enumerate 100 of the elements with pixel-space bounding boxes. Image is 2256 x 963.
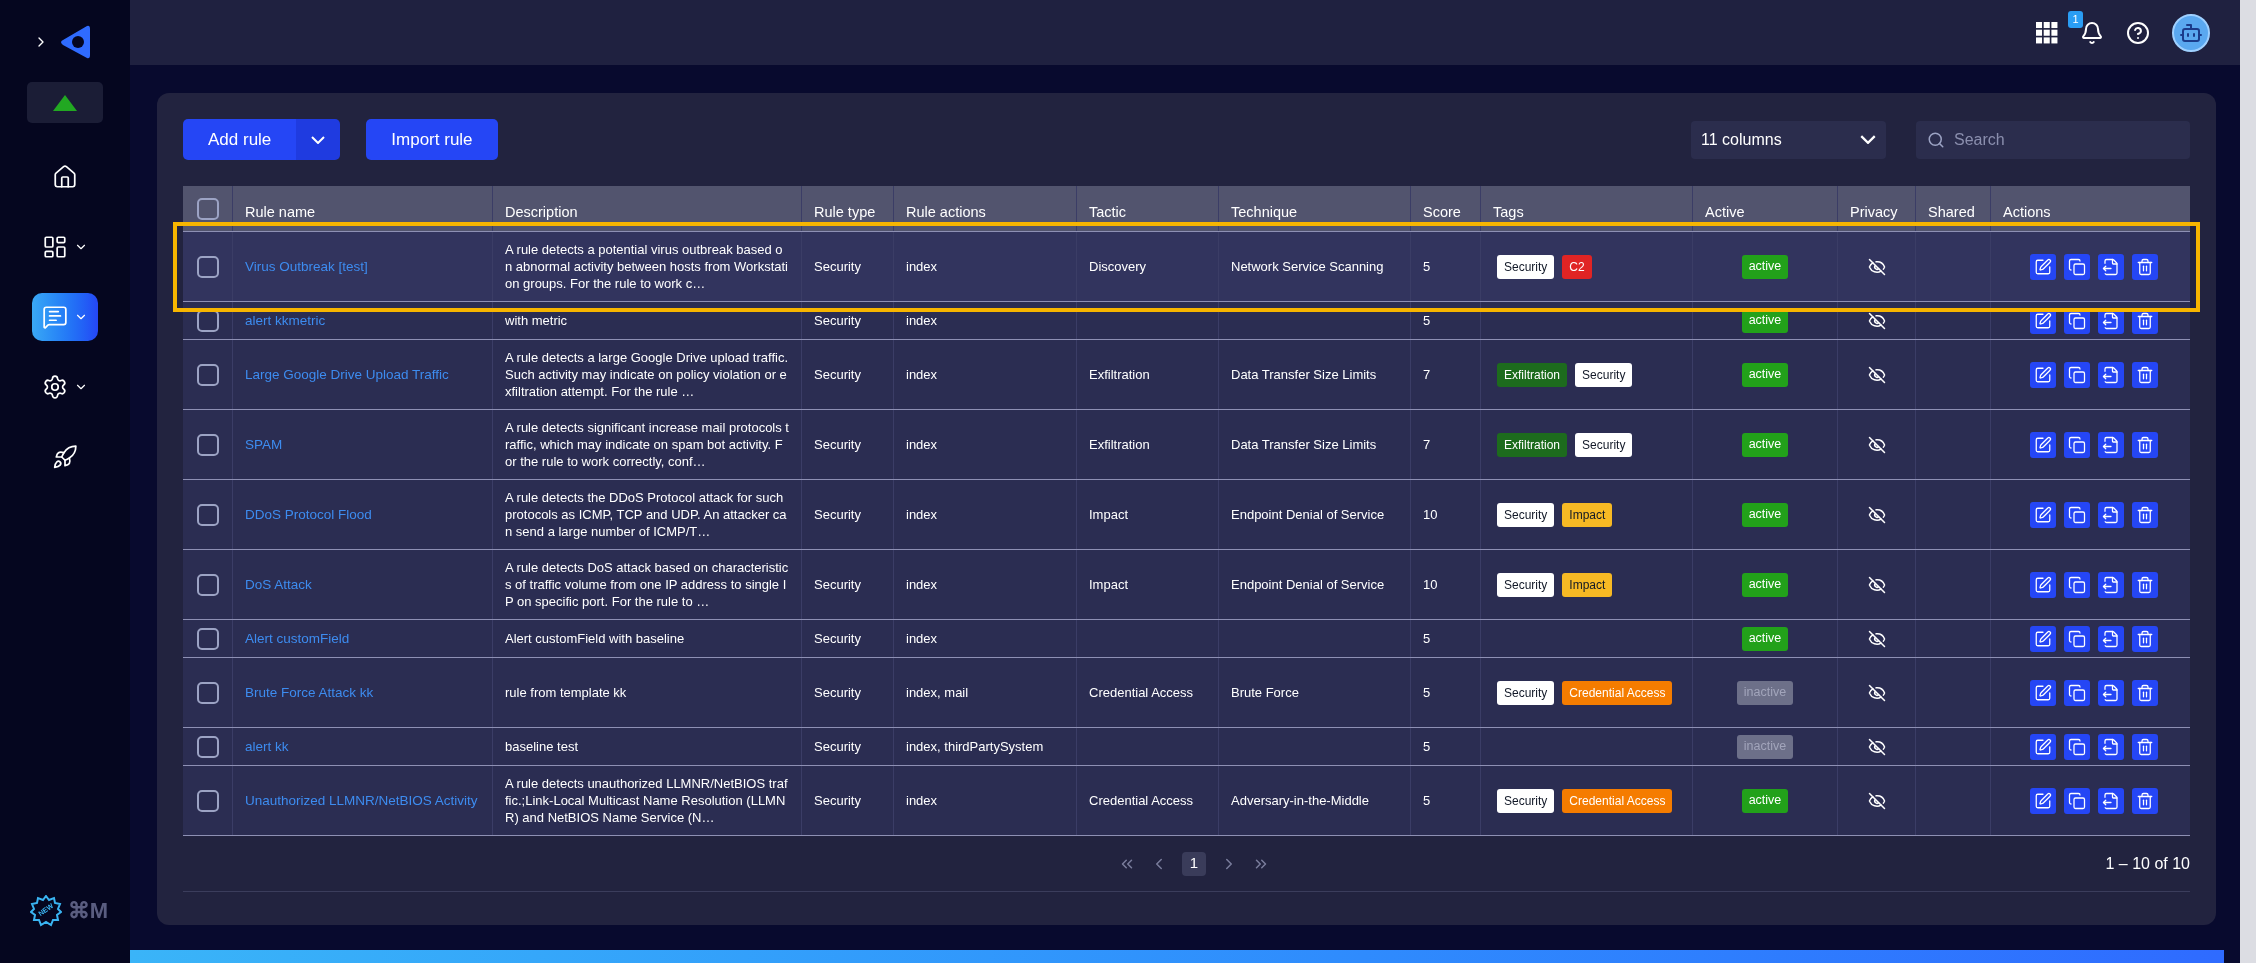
checkbox[interactable] — [196, 627, 219, 650]
export-button[interactable] — [2097, 733, 2124, 760]
column-header[interactable]: Rule type — [814, 201, 876, 224]
delete-button[interactable] — [2131, 361, 2158, 388]
export-button[interactable] — [2097, 361, 2124, 388]
delete-button[interactable] — [2131, 501, 2158, 528]
column-header[interactable]: Description — [505, 201, 578, 224]
edit-button[interactable] — [2029, 361, 2056, 388]
avatar[interactable] — [2172, 13, 2210, 52]
copy-button[interactable] — [2063, 431, 2090, 458]
rule-name-link[interactable]: Virus Outbreak [test] — [245, 258, 368, 275]
columns-select[interactable]: 11 columns — [1691, 120, 1886, 159]
score: 5 — [1423, 683, 1431, 702]
copy-button[interactable] — [2063, 679, 2090, 706]
rule-name-link[interactable]: Alert customField — [245, 630, 350, 647]
column-header[interactable]: Score — [1423, 201, 1461, 224]
technique: Data Transfer Size Limits — [1231, 436, 1377, 453]
checkbox[interactable] — [196, 573, 219, 596]
rule-type: Security — [814, 629, 861, 648]
eye-off-icon — [1867, 365, 1886, 384]
status-badge: active — [1741, 254, 1789, 279]
column-header[interactable]: Tactic — [1089, 201, 1127, 224]
tag: Security — [1497, 680, 1555, 705]
column-header[interactable]: Tags — [1493, 201, 1524, 224]
rule-name-link[interactable]: Unauthorized LLMNR/NetBIOS Activity — [245, 792, 478, 809]
rule-actions: index — [906, 791, 938, 810]
status-badge: active — [1741, 572, 1789, 597]
rule-name-link[interactable]: DoS Attack — [245, 576, 312, 593]
add-rule-dropdown[interactable] — [296, 119, 341, 160]
copy-button[interactable] — [2063, 571, 2090, 598]
checkbox[interactable] — [196, 681, 219, 704]
export-button[interactable] — [2097, 253, 2124, 280]
copy-button[interactable] — [2063, 253, 2090, 280]
column-header[interactable]: Rule name — [245, 201, 316, 224]
column-header[interactable]: Rule actions — [906, 201, 986, 224]
tactic: Credential Access — [1089, 683, 1194, 702]
delete-button[interactable] — [2131, 679, 2158, 706]
rule-name-link[interactable]: Large Google Drive Upload Traffic — [245, 366, 449, 383]
edit-button[interactable] — [2029, 501, 2056, 528]
add-rule-button[interactable]: Add rule — [183, 119, 297, 160]
copy-button[interactable] — [2063, 625, 2090, 652]
apps-grid-icon[interactable] — [2036, 21, 2058, 44]
eye-off-icon — [1867, 435, 1886, 454]
checkbox[interactable] — [196, 309, 219, 332]
edit-button[interactable] — [2029, 679, 2056, 706]
export-button[interactable] — [2097, 787, 2124, 814]
help-icon[interactable] — [2126, 20, 2150, 45]
export-button[interactable] — [2097, 625, 2124, 652]
edit-button[interactable] — [2029, 431, 2056, 458]
delete-button[interactable] — [2131, 571, 2158, 598]
nav-item[interactable] — [32, 293, 98, 341]
logo-icon — [59, 24, 91, 60]
copy-button[interactable] — [2063, 733, 2090, 760]
edit-button[interactable] — [2029, 787, 2056, 814]
checkbox[interactable] — [196, 433, 219, 456]
copy-button[interactable] — [2063, 787, 2090, 814]
tag: Impact — [1562, 572, 1613, 597]
copy-button[interactable] — [2063, 361, 2090, 388]
description-text: A rule detects the DDoS Protocol attack for such protocols as ICMP, TCP and UDP. An attacker can send a large number of ICMP/T… — [505, 489, 788, 541]
rule-name-link[interactable]: Brute Force Attack kk — [245, 684, 374, 701]
tag: Security — [1497, 572, 1555, 597]
checkbox[interactable] — [196, 363, 219, 386]
checkbox[interactable] — [196, 197, 219, 220]
edit-button[interactable] — [2029, 253, 2056, 280]
export-button[interactable] — [2097, 431, 2124, 458]
rule-actions: index — [906, 435, 938, 454]
status-badge: active — [1741, 626, 1789, 651]
rule-name-link[interactable]: DDoS Protocol Flood — [245, 506, 372, 523]
checkbox[interactable] — [196, 789, 219, 812]
column-header[interactable]: Active — [1705, 201, 1745, 224]
rule-name-link[interactable]: alert kkmetric — [245, 312, 326, 329]
tag: C2 — [1562, 254, 1592, 279]
column-header[interactable]: Shared — [1928, 201, 1975, 224]
delete-button[interactable] — [2131, 431, 2158, 458]
checkbox[interactable] — [196, 255, 219, 278]
import-rule-button[interactable]: Import rule — [366, 119, 498, 160]
rule-name-link[interactable]: alert kk — [245, 738, 289, 755]
edit-button[interactable] — [2029, 571, 2056, 598]
delete-button[interactable] — [2131, 733, 2158, 760]
status-button[interactable] — [27, 82, 103, 123]
delete-button[interactable] — [2131, 253, 2158, 280]
column-header[interactable]: Actions — [2003, 201, 2051, 224]
edit-button[interactable] — [2029, 733, 2056, 760]
description-text: A rule detects a potential virus outbreak based on abnormal activity between hosts from Workstation groups. For the rule to work c… — [505, 241, 789, 293]
column-header[interactable]: Privacy — [1850, 201, 1898, 224]
edit-button[interactable] — [2029, 625, 2056, 652]
rule-name-link[interactable]: SPAM — [245, 436, 283, 453]
export-button[interactable] — [2097, 501, 2124, 528]
checkbox[interactable] — [196, 735, 219, 758]
checkbox[interactable] — [196, 503, 219, 526]
page-button[interactable]: 1 — [1182, 851, 1206, 876]
bell-icon[interactable] — [2080, 20, 2104, 45]
caret-icon — [311, 135, 326, 144]
export-button[interactable] — [2097, 679, 2124, 706]
search-field[interactable]: Search — [1916, 120, 2190, 159]
delete-button[interactable] — [2131, 625, 2158, 652]
export-button[interactable] — [2097, 571, 2124, 598]
column-header[interactable]: Technique — [1231, 201, 1298, 224]
delete-button[interactable] — [2131, 787, 2158, 814]
copy-button[interactable] — [2063, 501, 2090, 528]
